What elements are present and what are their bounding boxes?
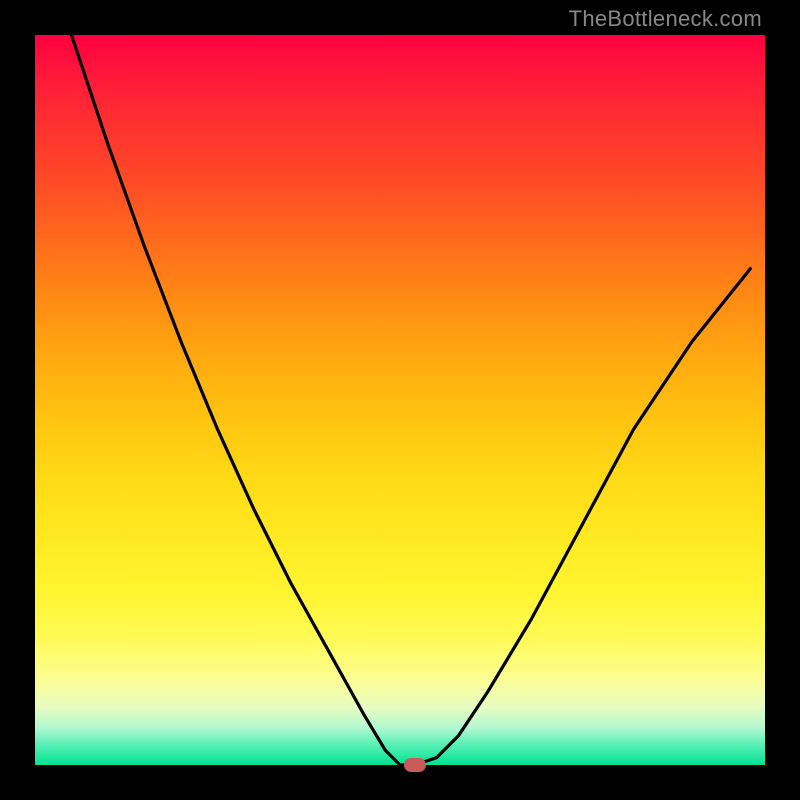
chart-frame: TheBottleneck.com [0, 0, 800, 800]
watermark-text: TheBottleneck.com [569, 6, 762, 32]
optimal-point-marker [404, 758, 426, 772]
plot-area [35, 35, 765, 765]
